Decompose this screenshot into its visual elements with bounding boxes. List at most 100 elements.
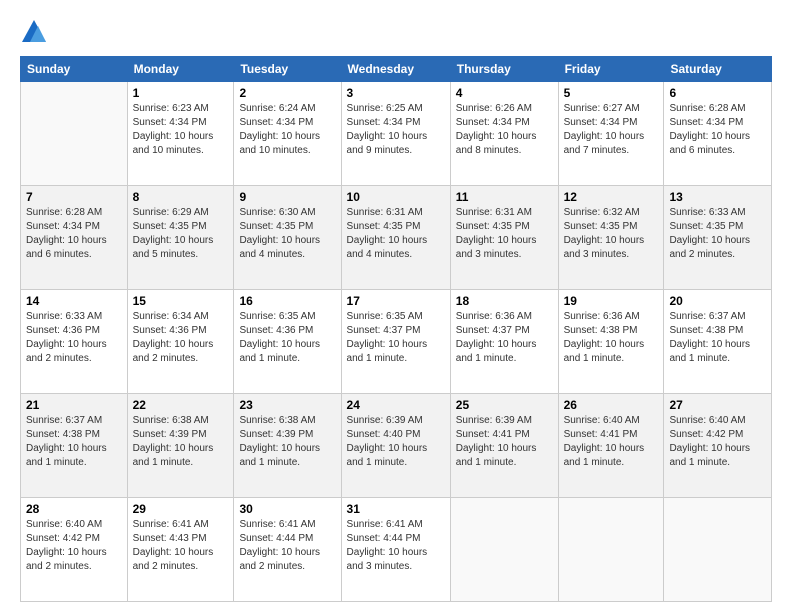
day-number: 28 [26,502,122,516]
calendar-day-cell: 5 Sunrise: 6:27 AM Sunset: 4:34 PM Daylig… [558,82,664,186]
day-number: 5 [564,86,659,100]
day-number: 14 [26,294,122,308]
day-info: Sunrise: 6:29 AM Sunset: 4:35 PM Dayligh… [133,206,229,262]
calendar-day-cell: 23Sunrise: 6:38 AM Sunset: 4:39 PM Dayli… [234,394,341,498]
calendar-day-cell: 18 Sunrise: 6:36 AM Sunset: 4:37 PM Dayli… [450,290,558,394]
calendar-week-row: 14 Sunrise: 6:33 AM Sunset: 4:36 PM Dayli… [21,290,772,394]
calendar-day-cell: 12 Sunrise: 6:32 AM Sunset: 4:35 PM Dayli… [558,186,664,290]
day-number: 26 [564,398,659,412]
weekday-header-cell: Thursday [450,57,558,82]
calendar-day-cell: 19Sunrise: 6:36 AM Sunset: 4:38 PM Dayli… [558,290,664,394]
day-info: Sunrise: 6:33 AM Sunset: 4:36 PM Dayligh… [26,310,122,366]
weekday-header-cell: Saturday [664,57,772,82]
logo [20,18,52,46]
calendar: SundayMondayTuesdayWednesdayThursdayFrid… [20,56,772,602]
calendar-day-cell: 2 Sunrise: 6:24 AM Sunset: 4:34 PM Daylig… [234,82,341,186]
day-number: 30 [239,502,335,516]
calendar-day-cell: 25 Sunrise: 6:39 AM Sunset: 4:41 PM Dayli… [450,394,558,498]
day-number: 19 [564,294,659,308]
calendar-day-cell [450,498,558,602]
day-info: Sunrise: 6:39 AM Sunset: 4:40 PM Dayligh… [347,414,445,470]
calendar-week-row: 21 Sunrise: 6:37 AM Sunset: 4:38 PM Dayli… [21,394,772,498]
day-number: 17 [347,294,445,308]
day-info: Sunrise: 6:37 AM Sunset: 4:38 PM Dayligh… [669,310,766,366]
calendar-day-cell: 10 Sunrise: 6:31 AM Sunset: 4:35 PM Dayli… [341,186,450,290]
calendar-day-cell: 20 Sunrise: 6:37 AM Sunset: 4:38 PM Dayli… [664,290,772,394]
calendar-day-cell: 26 Sunrise: 6:40 AM Sunset: 4:41 PM Dayli… [558,394,664,498]
calendar-day-cell: 13Sunrise: 6:33 AM Sunset: 4:35 PM Dayli… [664,186,772,290]
calendar-day-cell: 6 Sunrise: 6:28 AM Sunset: 4:34 PM Daylig… [664,82,772,186]
calendar-day-cell: 22Sunrise: 6:38 AM Sunset: 4:39 PM Dayli… [127,394,234,498]
calendar-week-row: 1Sunrise: 6:23 AM Sunset: 4:34 PM Daylig… [21,82,772,186]
day-info: Sunrise: 6:27 AM Sunset: 4:34 PM Dayligh… [564,102,659,158]
day-number: 13 [669,190,766,204]
calendar-day-cell: 9 Sunrise: 6:30 AM Sunset: 4:35 PM Daylig… [234,186,341,290]
calendar-day-cell: 7 Sunrise: 6:28 AM Sunset: 4:34 PM Daylig… [21,186,128,290]
day-number: 11 [456,190,553,204]
day-number: 20 [669,294,766,308]
day-number: 6 [669,86,766,100]
day-number: 3 [347,86,445,100]
calendar-day-cell: 3 Sunrise: 6:25 AM Sunset: 4:34 PM Daylig… [341,82,450,186]
day-info: Sunrise: 6:40 AM Sunset: 4:41 PM Dayligh… [564,414,659,470]
calendar-day-cell: 24 Sunrise: 6:39 AM Sunset: 4:40 PM Dayli… [341,394,450,498]
calendar-week-row: 7 Sunrise: 6:28 AM Sunset: 4:34 PM Daylig… [21,186,772,290]
day-number: 18 [456,294,553,308]
day-number: 23 [239,398,335,412]
day-number: 10 [347,190,445,204]
day-info: Sunrise: 6:30 AM Sunset: 4:35 PM Dayligh… [239,206,335,262]
day-info: Sunrise: 6:38 AM Sunset: 4:39 PM Dayligh… [133,414,229,470]
day-info: Sunrise: 6:25 AM Sunset: 4:34 PM Dayligh… [347,102,445,158]
calendar-day-cell: 1Sunrise: 6:23 AM Sunset: 4:34 PM Daylig… [127,82,234,186]
page: SundayMondayTuesdayWednesdayThursdayFrid… [0,0,792,612]
day-number: 4 [456,86,553,100]
calendar-day-cell [664,498,772,602]
weekday-header-cell: Wednesday [341,57,450,82]
day-info: Sunrise: 6:23 AM Sunset: 4:34 PM Dayligh… [133,102,229,158]
calendar-day-cell: 28 Sunrise: 6:40 AM Sunset: 4:42 PM Dayli… [21,498,128,602]
calendar-day-cell: 11Sunrise: 6:31 AM Sunset: 4:35 PM Dayli… [450,186,558,290]
day-number: 12 [564,190,659,204]
calendar-day-cell: 27Sunrise: 6:40 AM Sunset: 4:42 PM Dayli… [664,394,772,498]
day-info: Sunrise: 6:37 AM Sunset: 4:38 PM Dayligh… [26,414,122,470]
day-info: Sunrise: 6:26 AM Sunset: 4:34 PM Dayligh… [456,102,553,158]
calendar-day-cell: 17 Sunrise: 6:35 AM Sunset: 4:37 PM Dayli… [341,290,450,394]
calendar-day-cell: 21 Sunrise: 6:37 AM Sunset: 4:38 PM Dayli… [21,394,128,498]
day-info: Sunrise: 6:40 AM Sunset: 4:42 PM Dayligh… [26,518,122,574]
day-number: 16 [239,294,335,308]
day-number: 9 [239,190,335,204]
day-info: Sunrise: 6:31 AM Sunset: 4:35 PM Dayligh… [347,206,445,262]
day-info: Sunrise: 6:36 AM Sunset: 4:37 PM Dayligh… [456,310,553,366]
calendar-day-cell: 31 Sunrise: 6:41 AM Sunset: 4:44 PM Dayli… [341,498,450,602]
day-info: Sunrise: 6:41 AM Sunset: 4:43 PM Dayligh… [133,518,229,574]
day-number: 27 [669,398,766,412]
day-info: Sunrise: 6:32 AM Sunset: 4:35 PM Dayligh… [564,206,659,262]
day-number: 24 [347,398,445,412]
calendar-day-cell [558,498,664,602]
calendar-day-cell: 30Sunrise: 6:41 AM Sunset: 4:44 PM Dayli… [234,498,341,602]
day-number: 8 [133,190,229,204]
day-number: 21 [26,398,122,412]
day-info: Sunrise: 6:41 AM Sunset: 4:44 PM Dayligh… [347,518,445,574]
weekday-header-cell: Monday [127,57,234,82]
day-number: 25 [456,398,553,412]
calendar-day-cell: 14 Sunrise: 6:33 AM Sunset: 4:36 PM Dayli… [21,290,128,394]
calendar-day-cell [21,82,128,186]
day-info: Sunrise: 6:28 AM Sunset: 4:34 PM Dayligh… [669,102,766,158]
calendar-day-cell: 8 Sunrise: 6:29 AM Sunset: 4:35 PM Daylig… [127,186,234,290]
day-number: 31 [347,502,445,516]
header [20,18,772,46]
day-info: Sunrise: 6:35 AM Sunset: 4:37 PM Dayligh… [347,310,445,366]
day-number: 2 [239,86,335,100]
day-number: 7 [26,190,122,204]
calendar-body: 1Sunrise: 6:23 AM Sunset: 4:34 PM Daylig… [21,82,772,602]
day-info: Sunrise: 6:35 AM Sunset: 4:36 PM Dayligh… [239,310,335,366]
day-info: Sunrise: 6:28 AM Sunset: 4:34 PM Dayligh… [26,206,122,262]
day-info: Sunrise: 6:39 AM Sunset: 4:41 PM Dayligh… [456,414,553,470]
day-info: Sunrise: 6:34 AM Sunset: 4:36 PM Dayligh… [133,310,229,366]
calendar-day-cell: 15Sunrise: 6:34 AM Sunset: 4:36 PM Dayli… [127,290,234,394]
calendar-day-cell: 29Sunrise: 6:41 AM Sunset: 4:43 PM Dayli… [127,498,234,602]
day-info: Sunrise: 6:24 AM Sunset: 4:34 PM Dayligh… [239,102,335,158]
weekday-header: SundayMondayTuesdayWednesdayThursdayFrid… [21,57,772,82]
weekday-header-cell: Tuesday [234,57,341,82]
